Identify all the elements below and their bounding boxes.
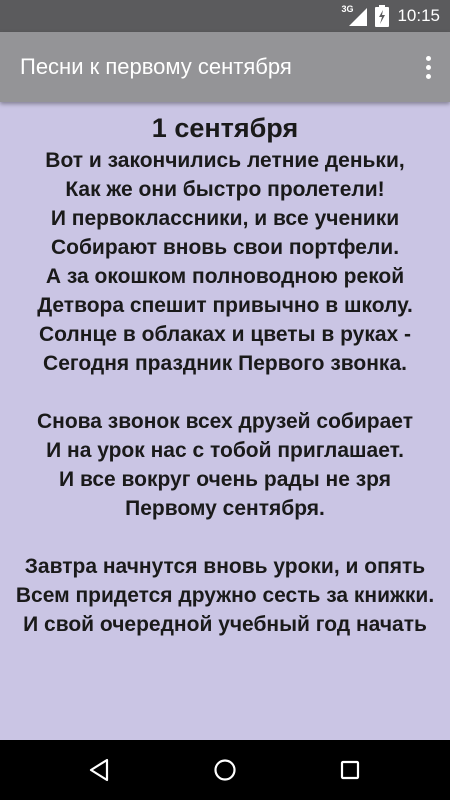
song-content[interactable]: 1 сентября Вот и закончились летние день… <box>0 102 450 740</box>
status-bar: 3G 10:15 <box>0 0 450 32</box>
lyric-line: Первому сентября. <box>125 497 325 520</box>
lyric-line: Всем придется дружно сесть за книжки. <box>15 584 435 607</box>
recents-icon <box>340 760 360 780</box>
lyric-line: И все вокруг очень рады не зря <box>59 468 391 491</box>
back-button[interactable] <box>79 750 119 790</box>
more-options-button[interactable] <box>418 53 438 81</box>
song-title: 1 сентября <box>151 113 299 143</box>
more-vert-icon-dot <box>425 73 431 79</box>
stanza-gap <box>0 523 450 552</box>
home-icon <box>214 759 236 781</box>
lyric-line: И первоклассники, и все ученики <box>50 207 400 230</box>
network-indicator: 3G <box>341 4 369 26</box>
recents-button[interactable] <box>330 750 370 790</box>
lyric-line: Снова звонок всех друзей собирает <box>36 410 413 433</box>
screen: 3G 10:15 Песни к первому сентября 1 сент… <box>0 0 450 800</box>
signal-icon <box>349 8 368 26</box>
lyric-line: Сегодня праздник Первого звонка. <box>43 352 407 375</box>
more-vert-icon-dot <box>425 64 431 70</box>
lyric-line: И свой очередной учебный год начать <box>23 613 427 636</box>
stanza-gap <box>0 378 450 407</box>
app-bar: Песни к первому сентября <box>0 32 450 102</box>
app-title: Песни к первому сентября <box>20 54 292 79</box>
clock: 10:15 <box>397 6 440 25</box>
home-button[interactable] <box>205 750 245 790</box>
lyric-line: Детвора спешит привычно в школу. <box>37 294 413 317</box>
stanza-3: Завтра начнутся вновь уроки, и опять Все… <box>0 552 450 639</box>
more-vert-icon <box>425 55 431 61</box>
status-icons: 3G 10:15 <box>341 0 440 32</box>
lyric-line: Как же они быстро пролетели! <box>65 178 385 201</box>
lyric-line: Солнце в облаках и цветы в руках - <box>38 323 412 346</box>
battery-icon <box>375 5 390 27</box>
lyric-line: Собирают вновь свои портфели. <box>50 236 400 259</box>
lyric-line: Вот и закончились летние деньки, <box>45 149 405 172</box>
stanza-1: Вот и закончились летние деньки, Как же … <box>0 146 450 378</box>
navigation-bar <box>0 740 450 800</box>
lyric-line: А за окошком полноводною рекой <box>45 265 405 288</box>
lyric-line: Завтра начнутся вновь уроки, и опять <box>24 555 426 578</box>
back-icon <box>89 758 109 782</box>
stanza-2: Снова звонок всех друзей собирает И на у… <box>0 407 450 523</box>
lyric-line: И на урок нас с тобой приглашает. <box>46 439 404 462</box>
